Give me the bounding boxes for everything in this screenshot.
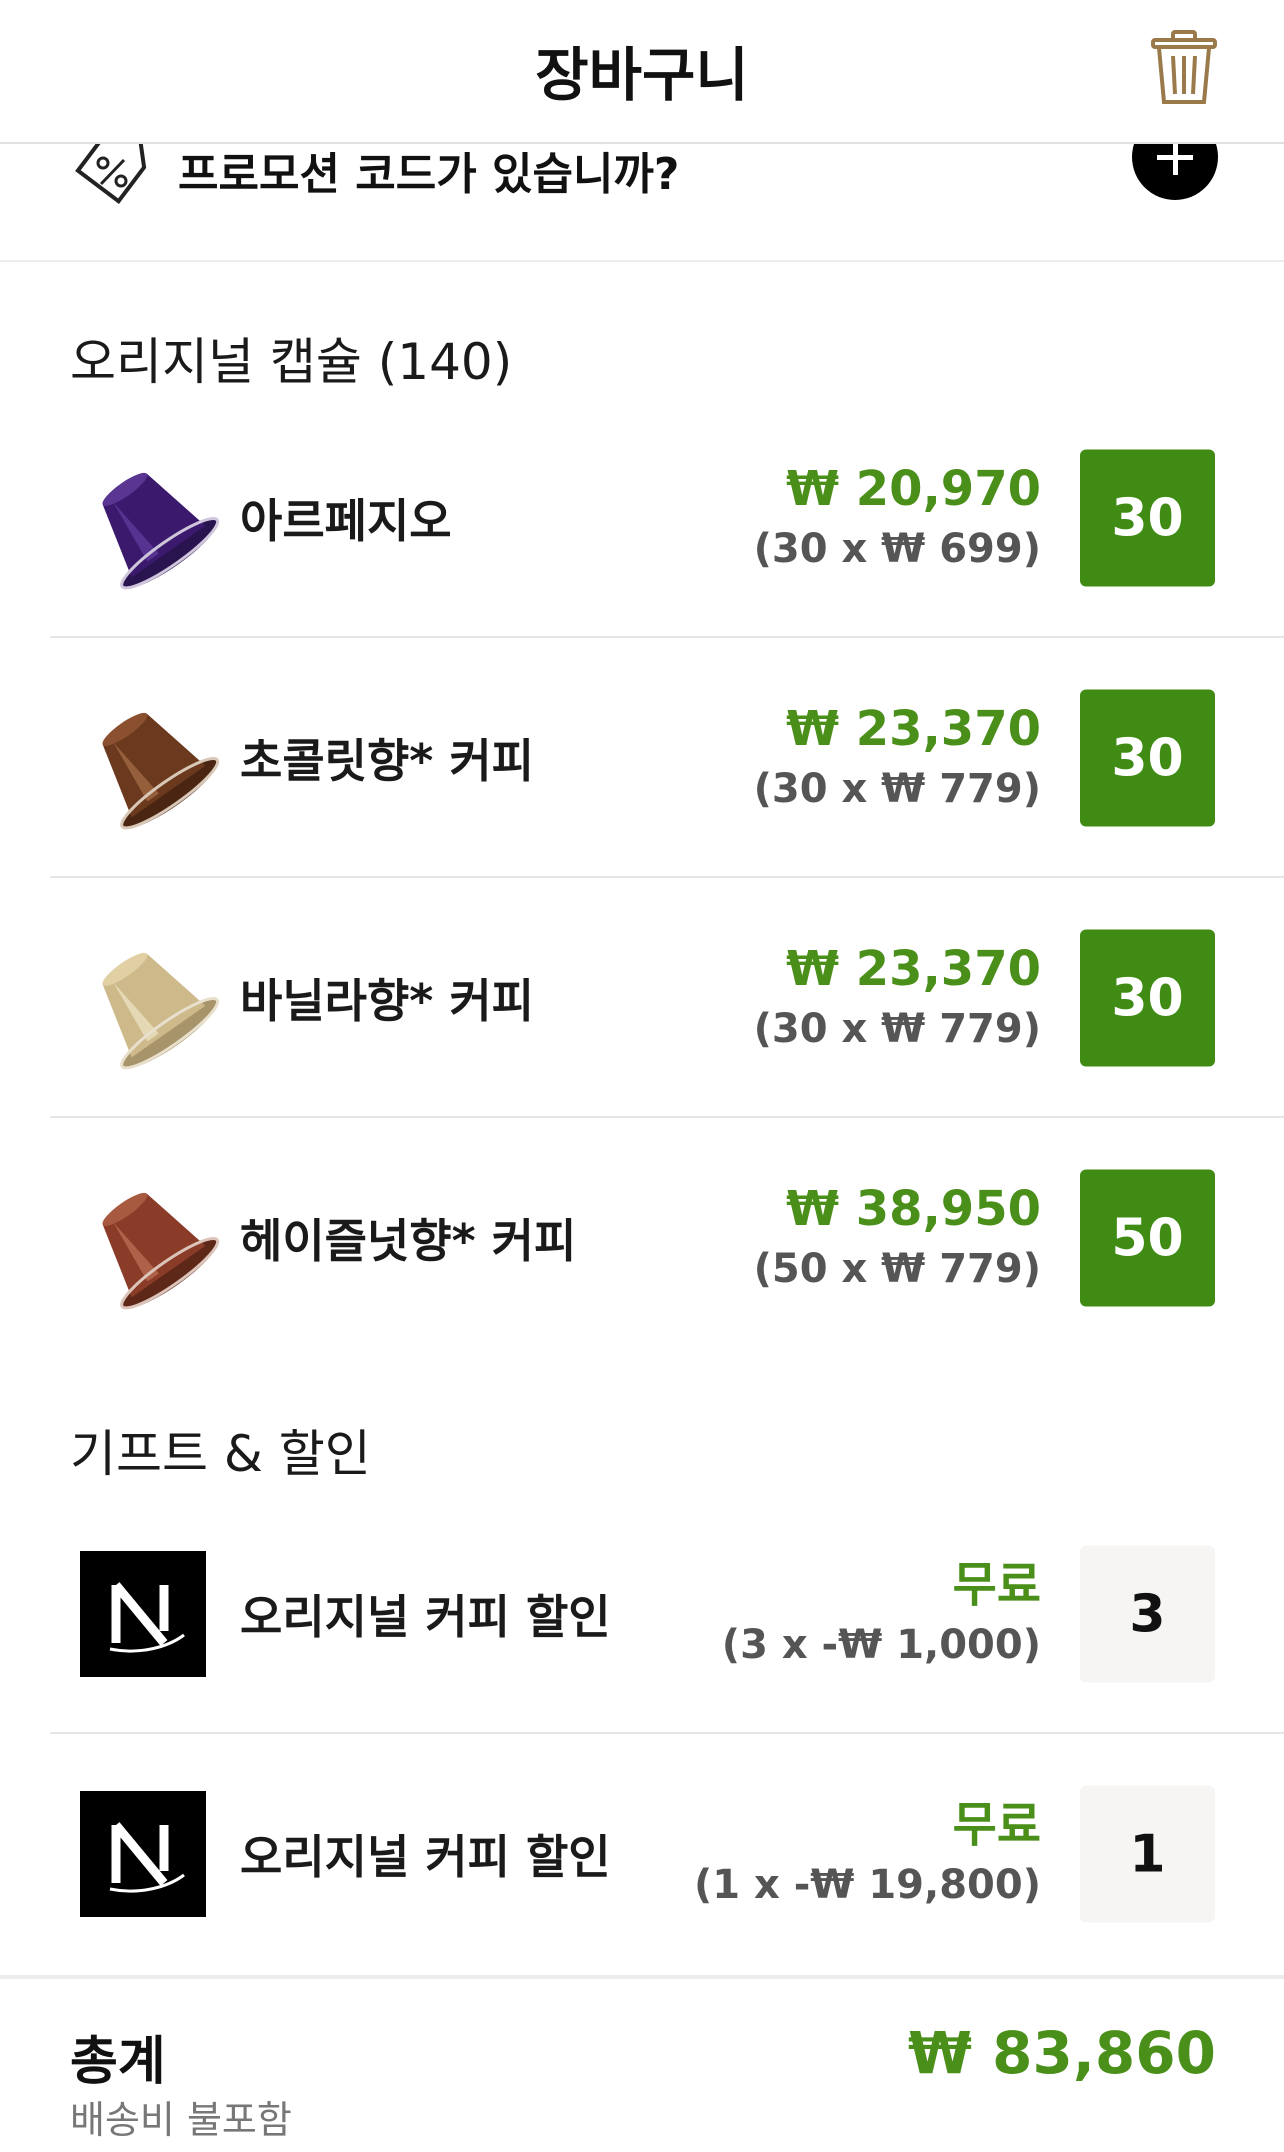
quantity-display: 1	[1080, 1785, 1215, 1923]
quantity-button[interactable]: 50	[1080, 1169, 1215, 1307]
item-price: 무료 (3 x -₩ 1,000)	[722, 1554, 1041, 1674]
item-name: 바닐라향* 커피	[240, 974, 534, 1028]
capsule-image	[102, 712, 220, 830]
header-bar: 장바구니	[0, 0, 1284, 144]
discount-tag-icon	[75, 144, 147, 205]
total-label: 총계	[70, 2032, 166, 2092]
nespresso-logo-icon	[80, 1791, 206, 1917]
item-price: ₩ 38,950 (50 x ₩ 779)	[754, 1178, 1041, 1298]
capsule-image	[102, 952, 220, 1070]
item-unit-price: (30 x ₩ 699)	[753, 526, 1041, 572]
item-price: ₩ 23,370 (30 x ₩ 779)	[754, 698, 1041, 818]
trash-icon[interactable]	[1149, 30, 1219, 106]
capsule-image	[102, 1192, 220, 1310]
gift-item-row[interactable]: 오리지널 커피 할인 무료 (1 x -₩ 19,800) 1	[0, 1734, 1284, 1974]
item-total-price: ₩ 20,970	[786, 461, 1041, 517]
item-name: 오리지널 커피 할인	[240, 1590, 611, 1644]
cart-item-row[interactable]: 아르페지오 ₩ 20,970 (30 x ₩ 699) 30	[0, 398, 1284, 638]
item-total-price: ₩ 23,370	[786, 941, 1041, 997]
quantity-display: 3	[1080, 1545, 1215, 1683]
capsule-image	[102, 472, 220, 590]
cart-total-footer: 총계 배송비 불포함 ₩ 83,860	[0, 1975, 1284, 2152]
item-unit-price: (1 x -₩ 19,800)	[693, 1862, 1041, 1908]
item-unit-price: (30 x ₩ 779)	[753, 766, 1041, 812]
capsule-section-title: 오리지널 캡슐 (140)	[70, 333, 513, 391]
gift-item-row[interactable]: 오리지널 커피 할인 무료 (3 x -₩ 1,000) 3	[0, 1494, 1284, 1734]
item-name: 아르페지오	[240, 494, 452, 548]
item-unit-price: (30 x ₩ 779)	[753, 1006, 1041, 1052]
cart-item-row[interactable]: 초콜릿향* 커피 ₩ 23,370 (30 x ₩ 779) 30	[0, 638, 1284, 878]
item-price: 무료 (1 x -₩ 19,800)	[694, 1794, 1041, 1914]
promo-code-row[interactable]: 프로모션 코드가 있습니까?	[0, 144, 1284, 262]
item-name: 오리지널 커피 할인	[240, 1830, 611, 1884]
add-promo-button[interactable]	[1132, 144, 1218, 200]
page-title: 장바구니	[535, 41, 749, 109]
promo-code-label: 프로모션 코드가 있습니까?	[178, 149, 680, 200]
item-name: 초콜릿향* 커피	[240, 734, 534, 788]
item-total-price: ₩ 23,370	[786, 701, 1041, 757]
shipping-note: 배송비 불포함	[70, 2098, 292, 2142]
quantity-button[interactable]: 30	[1080, 689, 1215, 827]
quantity-button[interactable]: 30	[1080, 929, 1215, 1067]
item-total-price: ₩ 38,950	[786, 1181, 1041, 1237]
item-unit-price: (50 x ₩ 779)	[753, 1246, 1041, 1292]
gift-section-title: 기프트 & 할인	[70, 1425, 371, 1483]
quantity-button[interactable]: 30	[1080, 449, 1215, 587]
item-name: 헤이즐넛향* 커피	[240, 1214, 577, 1268]
cart-item-row[interactable]: 바닐라향* 커피 ₩ 23,370 (30 x ₩ 779) 30	[0, 878, 1284, 1118]
item-total-price: 무료	[952, 1797, 1041, 1853]
total-amount: ₩ 83,860	[908, 2019, 1216, 2087]
item-price: ₩ 23,370 (30 x ₩ 779)	[754, 938, 1041, 1058]
nespresso-logo-icon	[80, 1551, 206, 1677]
item-unit-price: (3 x -₩ 1,000)	[721, 1622, 1041, 1668]
cart-item-row[interactable]: 헤이즐넛향* 커피 ₩ 38,950 (50 x ₩ 779) 50	[0, 1118, 1284, 1358]
item-total-price: 무료	[952, 1557, 1041, 1613]
item-price: ₩ 20,970 (30 x ₩ 699)	[754, 458, 1041, 578]
